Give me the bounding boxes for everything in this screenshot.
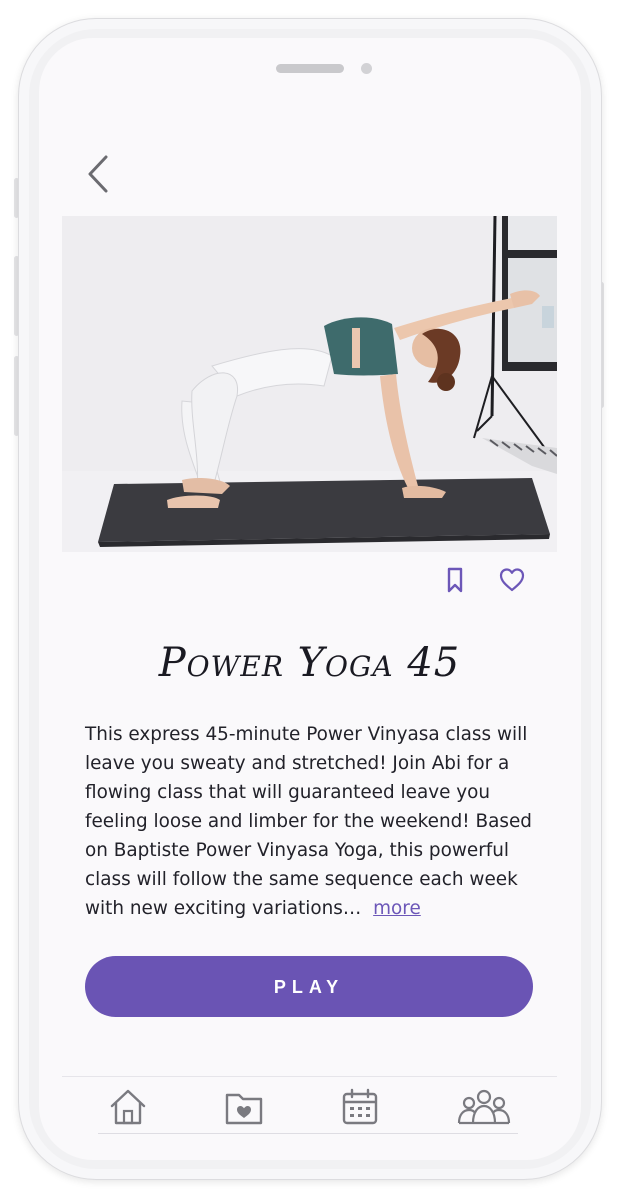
favorite-button[interactable] [498,566,526,594]
community-icon [457,1089,511,1125]
class-description: This express 45-minute Power Vinyasa cla… [85,720,540,923]
class-hero-image [62,216,557,552]
bookmark-button[interactable] [444,566,466,594]
tab-home[interactable] [106,1087,150,1127]
class-description-text: This express 45-minute Power Vinyasa cla… [85,724,532,919]
favorites-folder-icon [225,1093,263,1125]
play-button[interactable]: PLAY [85,956,533,1017]
yoga-pose-illustration [62,216,557,552]
back-button[interactable] [84,152,116,196]
calendar-icon [342,1088,378,1125]
tab-schedule[interactable] [338,1087,382,1127]
speaker-grille [276,64,344,73]
more-link[interactable]: more [373,898,421,919]
bottom-tab-bar [62,1076,557,1135]
home-indicator-line [98,1133,518,1134]
chevron-left-icon [88,155,108,193]
class-title: Power Yoga 45 [158,640,461,686]
tab-favorites[interactable] [222,1087,266,1127]
bookmark-icon [447,567,463,593]
front-camera [361,63,372,74]
tab-community[interactable] [456,1087,512,1127]
heart-icon [499,568,525,592]
home-icon [110,1089,146,1125]
